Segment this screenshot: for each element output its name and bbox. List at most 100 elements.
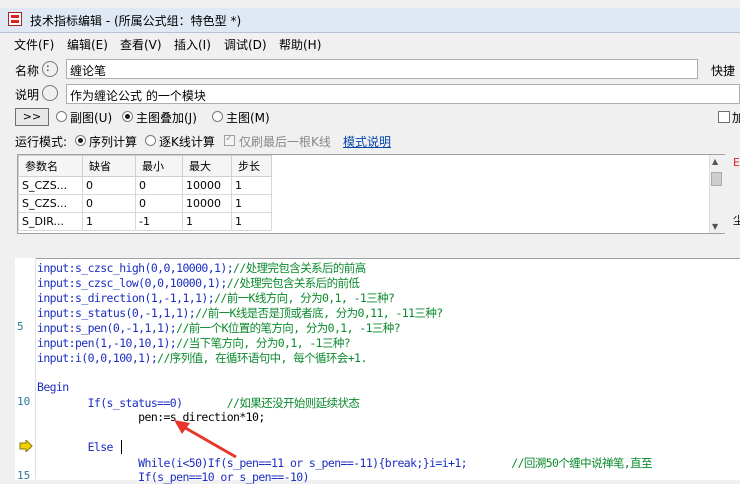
code-line: If(s_pen==10 or s_pen==-10)	[37, 470, 309, 484]
text-cursor	[121, 440, 122, 454]
radio-subchart-label: 副图(U)	[70, 111, 113, 125]
code-line: If(s_status==0) //如果还没开始则延续状态	[37, 395, 360, 411]
param-default-cell[interactable]: 0	[82, 176, 136, 195]
param-min-cell[interactable]: 0	[135, 194, 183, 213]
side-letter: E	[733, 156, 740, 169]
desc-label: 说明	[15, 88, 40, 102]
current-line-arrow-icon	[19, 440, 33, 452]
mode-help-link[interactable]: 模式说明	[343, 133, 391, 150]
param-step-cell[interactable]: 1	[231, 176, 272, 195]
code-text: Begin	[37, 380, 69, 394]
code-text: input:s_status(0,-1,1,1);	[37, 306, 196, 320]
param-min-cell[interactable]: 0	[135, 176, 183, 195]
code-comment: //当下笔方向, 分为0,1, -1三种?	[176, 336, 351, 350]
param-step-cell[interactable]: 1	[231, 194, 272, 213]
right-checkbox[interactable]	[718, 111, 730, 123]
code-comment: //序列值, 在循环语句中, 每个循环会+1.	[157, 351, 367, 365]
param-step-cell[interactable]: 1	[231, 212, 272, 231]
param-max-cell[interactable]: 10000	[182, 176, 232, 195]
line-number: 15	[17, 469, 31, 482]
last-bar-checkbox[interactable]	[224, 133, 235, 146]
col-name[interactable]: 参数名	[18, 155, 83, 177]
expand-button[interactable]: >>	[15, 108, 49, 126]
menu-insert[interactable]: 插入(I)	[174, 36, 211, 53]
quick-label: 快捷	[711, 64, 736, 78]
params-header-row: 参数名 缺省 最小 最大 步长	[18, 155, 272, 177]
code-text: If(s_status==0)	[37, 396, 183, 410]
code-comment: //前一个K位置的笔方向, 分为0,1, -1三种?	[176, 321, 401, 335]
params-table: 参数名 缺省 最小 最大 步长 S_CZS... 0 0 10000 1 S_C…	[17, 154, 725, 234]
param-default-cell[interactable]: 0	[82, 194, 136, 213]
annotation-arrow-icon	[174, 420, 237, 459]
code-line: input:s_pen(0,-1,1,1);//前一个K位置的笔方向, 分为0,…	[37, 320, 401, 336]
radio-bar-calc[interactable]	[145, 135, 156, 146]
menu-file[interactable]: 文件(F)	[14, 36, 54, 53]
code-line: input:s_status(0,-1,1,1);//前一K线是否是顶或者底, …	[37, 305, 443, 321]
table-row[interactable]: S_CZS... 0 0 10000 1	[18, 176, 272, 195]
table-row[interactable]: S_DIR... 1 -1 1 1	[18, 212, 272, 231]
menu-edit[interactable]: 编辑(E)	[67, 36, 108, 53]
code-text: input:i(0,0,100,1);	[37, 351, 158, 365]
radio-series-calc[interactable]	[75, 135, 86, 146]
params-grid: 参数名 缺省 最小 最大 步长 S_CZS... 0 0 10000 1 S_C…	[18, 155, 272, 231]
last-bar-checkbox-label: 仅刷最后一根K线	[239, 135, 331, 149]
params-scroll-thumb[interactable]	[711, 172, 722, 186]
radio-subchart[interactable]	[56, 111, 67, 122]
code-line: input:s_czsc_high(0,0,10000,1);//处理完包含关系…	[37, 260, 366, 276]
radio-series-calc-label: 序列计算	[89, 135, 138, 149]
param-max-cell[interactable]: 1	[182, 212, 232, 231]
col-min[interactable]: 最小	[135, 155, 183, 177]
window-title: 技术指标编辑 - (所属公式组：特色型 *)	[30, 14, 242, 28]
name-help-icon[interactable]	[42, 61, 58, 77]
radio-main-label: 主图(M)	[226, 111, 270, 125]
desc-help-icon[interactable]	[42, 85, 58, 101]
radio-bar-calc-label: 逐K线计算	[159, 135, 215, 149]
code-comment: //处理完包含关系后的前低	[226, 276, 360, 290]
param-max-cell[interactable]: 10000	[182, 194, 232, 213]
table-row[interactable]: S_CZS... 0 0 10000 1	[18, 194, 272, 213]
code-line: input:s_czsc_low(0,0,10000,1);//处理完包含关系后…	[37, 275, 360, 291]
code-text: input:pen(1,-10,10,1);	[37, 336, 177, 350]
run-mode-label: 运行模式:	[15, 135, 68, 149]
app-icon	[8, 12, 22, 26]
code-comment: //处理完包含关系后的前高	[233, 261, 366, 275]
code-text: While(i<50)If(s_pen==11 or s_pen==-11){b…	[37, 456, 468, 470]
code-text: input:s_czsc_low(0,0,10000,1);	[37, 276, 227, 290]
name-label: 名称	[15, 64, 40, 78]
code-text: input:s_pen(0,-1,1,1);	[37, 321, 177, 335]
code-line: While(i<50)If(s_pen==11 or s_pen==-11){b…	[37, 455, 652, 471]
param-name-cell[interactable]: S_CZS...	[18, 176, 83, 195]
code-text: Else	[37, 440, 114, 454]
menu-view[interactable]: 查看(V)	[120, 36, 162, 53]
code-line: Else	[37, 440, 114, 454]
code-line: Begin	[37, 380, 69, 394]
right-checkbox-label: 加	[732, 111, 740, 125]
param-name-cell[interactable]: S_DIR...	[18, 212, 83, 231]
col-default[interactable]: 缺省	[82, 155, 136, 177]
line-number: 5	[17, 320, 24, 333]
param-min-cell[interactable]: -1	[135, 212, 183, 231]
code-text: input:s_direction(1,-1,1,1);	[37, 291, 215, 305]
desc-input[interactable]: 作为缠论公式 的一个模块	[66, 84, 740, 104]
scroll-up-icon[interactable]: ▲	[712, 157, 718, 166]
code-line: input:pen(1,-10,10,1);//当下笔方向, 分为0,1, -1…	[37, 335, 351, 351]
radio-main-overlay[interactable]	[122, 111, 133, 122]
radio-main-overlay-label: 主图叠加(J)	[136, 111, 197, 125]
scroll-down-icon[interactable]: ▼	[712, 222, 718, 231]
col-max[interactable]: 最大	[182, 155, 232, 177]
col-step[interactable]: 步长	[231, 155, 272, 177]
menu-debug[interactable]: 调试(D)	[224, 36, 267, 53]
menu-help[interactable]: 帮助(H)	[279, 36, 321, 53]
param-name-cell[interactable]: S_CZS...	[18, 194, 83, 213]
name-help-glyph: :	[46, 61, 50, 74]
code-text: If(s_pen==10 or s_pen==-10)	[37, 470, 309, 484]
param-default-cell[interactable]: 1	[82, 212, 136, 231]
code-comment: //回溯50个缠中说禅笔,直至	[467, 456, 652, 470]
line-number: 10	[17, 395, 31, 408]
radio-main[interactable]	[212, 111, 223, 122]
name-input[interactable]: 缠论笔	[66, 59, 698, 79]
code-line: input:i(0,0,100,1);//序列值, 在循环语句中, 每个循环会+…	[37, 350, 367, 366]
side-char: 尘	[733, 214, 740, 227]
code-comment: //前一K线是否是顶或者底, 分为0,11, -11三种?	[195, 306, 443, 320]
code-line: input:s_direction(1,-1,1,1);//前一K线方向, 分为…	[37, 290, 395, 306]
